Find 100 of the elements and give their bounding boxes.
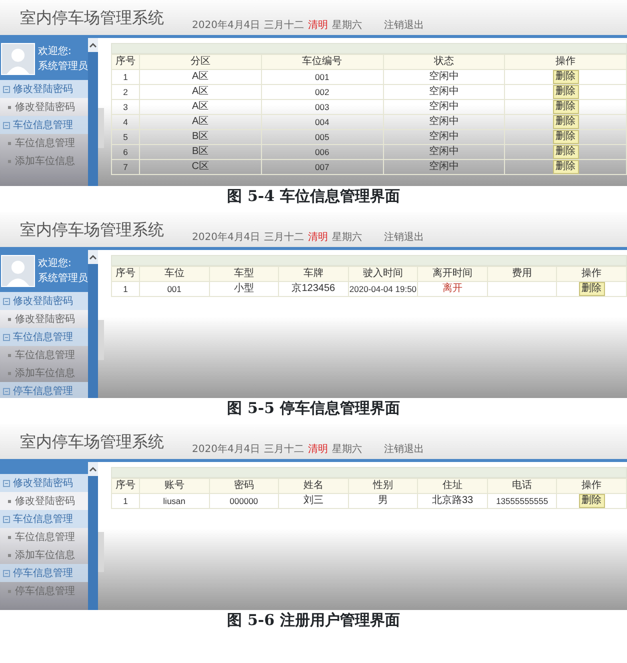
table-cell: 男 — [348, 494, 418, 508]
delete-button[interactable]: 删除 — [552, 145, 579, 159]
menu-group[interactable]: 车位信息管理 — [0, 116, 88, 134]
table-cell: 001 — [140, 282, 210, 296]
table-cell: 空闲中 — [383, 160, 505, 174]
collapse-handle[interactable] — [98, 320, 104, 360]
menu-group[interactable]: 修改登陆密码 — [0, 80, 88, 98]
bullet-icon — [8, 106, 11, 108]
table-cell: 3 — [112, 100, 140, 114]
table-cell: 6 — [112, 144, 140, 160]
column-header: 住址 — [418, 478, 488, 494]
table-cell: 北京路33 — [418, 494, 488, 508]
date-text: 2020年4月4日 — [192, 19, 260, 33]
column-header: 电话 — [487, 478, 557, 494]
table-cell: 006 — [261, 144, 383, 160]
weekday-text: 星期六 — [332, 18, 362, 33]
date-text: 2020年4月4日 — [192, 443, 260, 457]
bullet-icon — [8, 160, 11, 162]
table-cell: 007 — [261, 160, 383, 174]
table-cell: 002 — [261, 84, 383, 100]
menu-group[interactable]: 停车信息管理 — [0, 564, 88, 582]
column-header: 分区 — [140, 54, 262, 70]
menu-group[interactable]: 修改登陆密码 — [0, 292, 88, 310]
table-cell: 003 — [261, 100, 383, 114]
bullet-icon — [8, 554, 11, 556]
collapse-handle[interactable] — [98, 532, 104, 572]
app-title: 室内停车场管理系统 — [20, 7, 164, 29]
figure-caption: 图 5-6 注册用户管理界面 — [226, 610, 401, 630]
table-cell: 2 — [112, 84, 140, 100]
bullet-icon — [8, 372, 11, 374]
figure-caption: 图 5-4 车位信息管理界面 — [226, 186, 401, 206]
table-cell: 004 — [261, 114, 383, 130]
column-header: 序号 — [112, 54, 140, 70]
delete-button[interactable]: 删除 — [552, 85, 579, 99]
menu-item[interactable]: 车位信息管理 — [0, 346, 88, 364]
scroll-up-icon[interactable] — [89, 254, 97, 260]
bullet-icon — [8, 354, 11, 356]
menu-item[interactable]: 修改登陆密码 — [0, 310, 88, 328]
app-title: 室内停车场管理系统 — [20, 219, 164, 241]
scroll-up-icon[interactable] — [89, 42, 97, 48]
menu-group[interactable]: 修改登陆密码 — [0, 474, 88, 492]
menu-item[interactable]: 车位信息管理 — [0, 134, 88, 152]
delete-button[interactable]: 删除 — [552, 115, 579, 129]
column-header: 操作 — [556, 266, 626, 282]
menu-item[interactable]: 修改登陆密码 — [0, 98, 88, 116]
delete-button[interactable]: 删除 — [578, 282, 605, 296]
menu-group[interactable]: 车位信息管理 — [0, 510, 88, 528]
menu-group[interactable]: 停车信息管理 — [0, 382, 88, 398]
collapse-icon — [3, 570, 10, 576]
collapse-icon — [3, 334, 10, 340]
bullet-icon — [8, 318, 11, 320]
weekday-text: 星期六 — [332, 442, 362, 457]
column-header: 驶入时间 — [348, 266, 418, 282]
column-header: 序号 — [112, 266, 140, 282]
menu-item[interactable]: 修改登陆密码 — [0, 492, 88, 510]
column-header: 车位编号 — [261, 54, 383, 70]
table-cell: A区 — [140, 70, 262, 84]
table-cell: 1 — [112, 494, 140, 508]
table-cell: A区 — [140, 84, 262, 100]
avatar-icon — [1, 43, 35, 75]
logout-link[interactable]: 注销退出 — [384, 18, 424, 33]
collapse-icon — [3, 516, 10, 522]
delete-button[interactable]: 删除 — [578, 494, 605, 508]
table-cell: C区 — [140, 160, 262, 174]
table-cell: B区 — [140, 144, 262, 160]
delete-button[interactable]: 删除 — [552, 130, 579, 144]
column-header: 密码 — [209, 478, 279, 494]
menu-item[interactable]: 车位信息管理 — [0, 528, 88, 546]
collapse-handle[interactable] — [98, 108, 104, 148]
scroll-up-icon[interactable] — [89, 466, 97, 472]
delete-button[interactable]: 删除 — [552, 100, 579, 114]
column-header: 车位 — [140, 266, 210, 282]
menu-item[interactable]: 添加车位信息 — [0, 364, 88, 382]
column-header: 序号 — [112, 478, 140, 494]
user-role: 系统管理员 — [38, 272, 88, 286]
collapse-icon — [3, 298, 10, 304]
lunar-date: 三月十二 — [264, 230, 304, 245]
table-cell: 2020-04-04 19:50 — [348, 282, 418, 296]
table-cell: liusan — [140, 494, 210, 508]
logout-link[interactable]: 注销退出 — [384, 442, 424, 457]
collapse-icon — [3, 480, 10, 486]
menu-item[interactable]: 添加车位信息 — [0, 152, 88, 170]
column-header: 离开时间 — [418, 266, 488, 282]
menu-group[interactable]: 车位信息管理 — [0, 328, 88, 346]
column-header: 状态 — [383, 54, 505, 70]
solar-term: 清明 — [308, 18, 328, 33]
column-header: 操作 — [556, 478, 626, 494]
date-text: 2020年4月4日 — [192, 231, 260, 245]
bullet-icon — [8, 536, 11, 538]
logout-link[interactable]: 注销退出 — [384, 230, 424, 245]
table-cell: A区 — [140, 114, 262, 130]
app-title: 室内停车场管理系统 — [20, 431, 164, 453]
table-cell: 空闲中 — [383, 144, 505, 160]
table-cell: 1 — [112, 282, 140, 296]
greeting-text: 欢迎您: — [38, 256, 72, 271]
delete-button[interactable]: 删除 — [552, 70, 579, 84]
menu-item[interactable]: 添加车位信息 — [0, 546, 88, 564]
delete-button[interactable]: 删除 — [552, 160, 579, 174]
user-role: 系统管理员 — [38, 60, 88, 74]
table-cell: 京123456 — [278, 282, 348, 296]
